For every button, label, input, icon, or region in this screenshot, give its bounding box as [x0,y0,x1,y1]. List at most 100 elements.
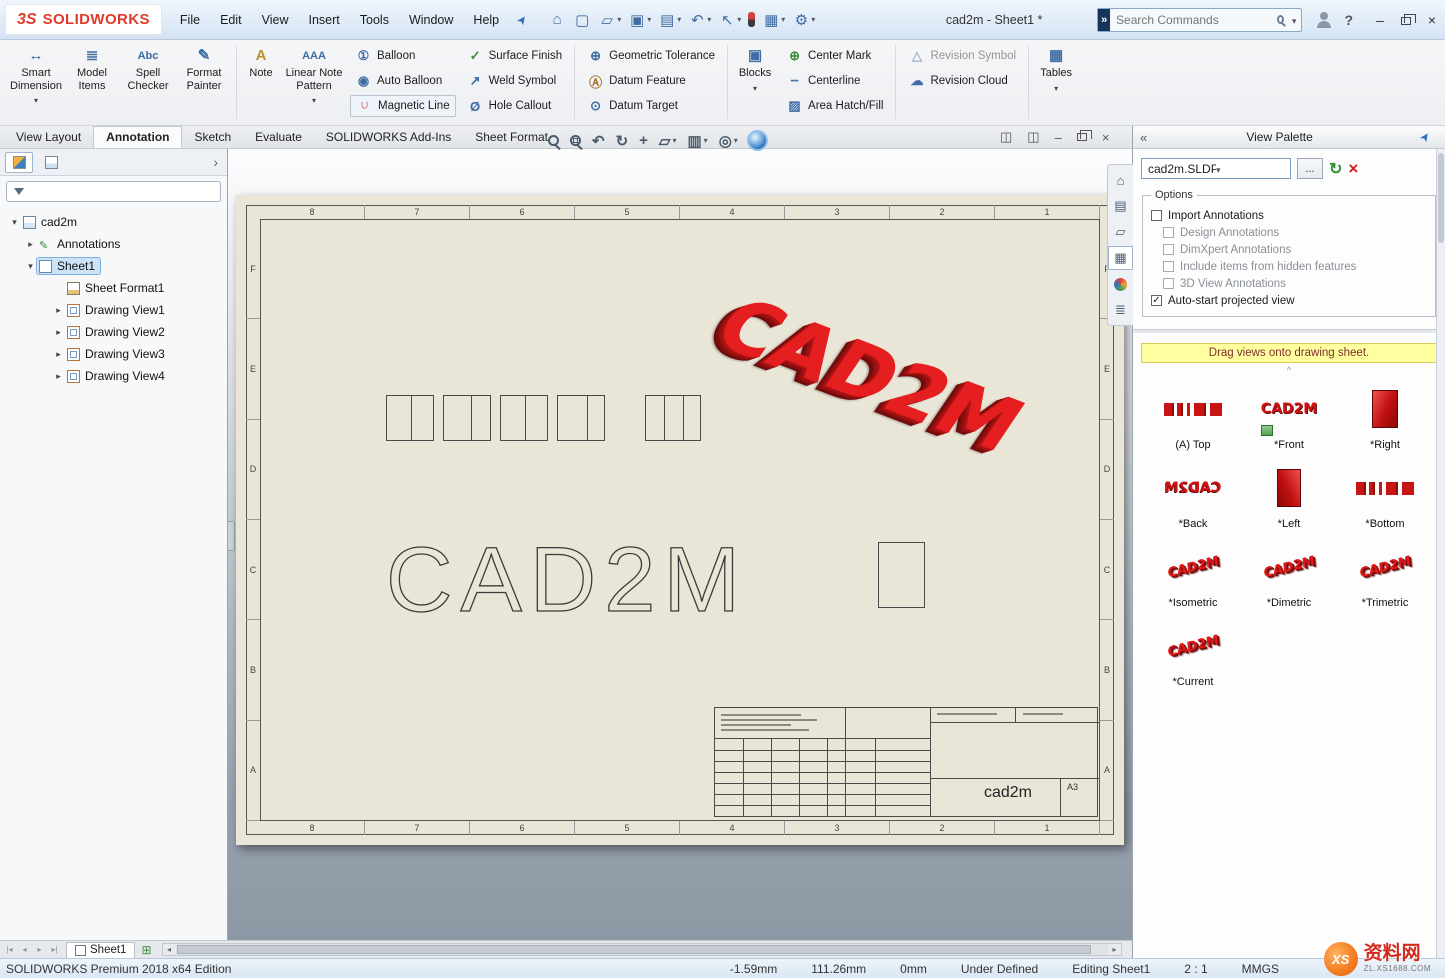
expand-arrow-icon[interactable] [24,261,37,272]
drawing-view-front-outline[interactable]: CAD2M [384,521,754,637]
file-explorer-tab[interactable]: ▱ [1108,220,1133,244]
sheet-properties-button[interactable]: ▦ [759,9,788,31]
menu-item[interactable]: Tools [350,8,399,32]
pane-scrollbar[interactable] [1436,149,1445,958]
window-cascade-button[interactable]: ◫ [1000,129,1012,145]
panel-expand-icon[interactable] [209,154,222,170]
browse-button[interactable]: ... [1297,158,1323,179]
user-account-icon[interactable] [1316,12,1332,28]
pane-section-divider[interactable] [1133,329,1445,334]
dropdown-arrow-icon[interactable] [704,136,708,145]
tree-item-drawing-view2[interactable]: Drawing View2 [0,321,227,343]
dropdown-arrow-icon[interactable] [781,15,785,24]
display-style-button[interactable]: ▥ [687,132,707,150]
drawing-view-top[interactable] [443,395,491,441]
minimize-button[interactable]: – [1367,12,1393,28]
sheet-nav-button[interactable]: ▸| [47,945,62,954]
tab-annotation[interactable]: Annotation [93,126,182,148]
panel-splitter-handle[interactable] [228,521,235,551]
tree-item-sheet1[interactable]: Sheet1 [0,255,227,277]
hole-callout-button[interactable]: Ø Hole Callout [462,95,568,117]
tree-item-drawing-view1[interactable]: Drawing View1 [0,299,227,321]
blocks-button[interactable]: ▣ Blocks [732,43,778,89]
collapse-hint-icon[interactable] [1133,365,1445,376]
restore-button[interactable] [1393,12,1419,28]
collision-toggle-button[interactable] [745,10,758,29]
datum-feature-button[interactable]: Ⓐ Datum Feature [582,70,720,92]
window-close-button[interactable]: × [1102,130,1110,145]
zoom-to-fit-button[interactable] [548,135,559,146]
tree-item-annotations[interactable]: Annotations [0,233,227,255]
add-sheet-button[interactable]: ⊞ [141,943,151,957]
horizontal-scrollbar[interactable] [162,943,1122,956]
search-dropdown-icon[interactable] [1292,13,1302,27]
surface-finish-button[interactable]: ✓ Surface Finish [462,45,568,67]
edit-appearance-button[interactable] [749,132,766,149]
previous-view-button[interactable]: ↶ [592,132,605,150]
pin-icon[interactable] [514,11,531,27]
window-restore-button[interactable] [1077,130,1087,144]
dropdown-arrow-icon[interactable] [1054,80,1058,89]
select-button[interactable]: ↖ [715,9,744,31]
tree-item-drawing-view3[interactable]: Drawing View3 [0,343,227,365]
custom-properties-tab[interactable]: ≣ [1108,298,1133,322]
undo-button[interactable]: ↶ [685,9,714,31]
linear-note-pattern-button[interactable]: AAA Linear Note Pattern [281,43,347,101]
magnetic-line-button[interactable]: ∩ Magnetic Line [350,95,456,117]
search-icon[interactable] [1277,15,1284,24]
tab-sketch[interactable]: Sketch [182,127,243,148]
sheet-nav-button[interactable]: |◂ [2,945,17,954]
drawing-view-top[interactable] [386,395,434,441]
window-minimize-button[interactable]: – [1055,130,1062,145]
tab-sheet-format[interactable]: Sheet Format [463,127,560,148]
palette-view-bottom[interactable]: *Bottom [1337,461,1433,530]
drawing-view-right[interactable] [878,542,925,608]
graphics-area[interactable]: 87654321 87654321 FEDCBA FEDCBA CAD2M CA… [228,149,1132,940]
option-include-items-hidden[interactable]: Include items from hidden features [1163,258,1427,275]
tree-item-drawing-view4[interactable]: Drawing View4 [0,365,227,387]
expand-arrow-icon[interactable] [8,217,21,228]
collapse-pane-icon[interactable]: « [1140,130,1147,145]
palette-view-front[interactable]: CAD2M *Front [1241,382,1337,451]
option-3d-view-annotations[interactable]: 3D View Annotations [1163,275,1427,292]
palette-view-right[interactable]: *Right [1337,382,1433,451]
palette-view-trimetric[interactable]: CAD2M *Trimetric [1337,540,1433,609]
drawing-view-top[interactable] [557,395,605,441]
print-button[interactable]: ▤ [655,9,684,31]
tree-item-cad2m[interactable]: cad2m [0,211,227,233]
geometric-tolerance-button[interactable]: ⊕ Geometric Tolerance [582,45,720,67]
tab-solidworks-add-ins[interactable]: SOLIDWORKS Add-Ins [314,127,463,148]
weld-symbol-button[interactable]: ↗ Weld Symbol [462,70,568,92]
drawing-sheet[interactable]: 87654321 87654321 FEDCBA FEDCBA CAD2M CA… [236,195,1124,845]
title-block[interactable]: cad2m A3 [714,707,1098,817]
zoom-to-area-button[interactable] [570,135,581,146]
option-dimxpert-annotations[interactable]: DimXpert Annotations [1163,241,1427,258]
menu-item[interactable]: Window [399,8,463,32]
dropdown-arrow-icon[interactable] [672,136,676,145]
tree-filter-input[interactable] [30,186,216,198]
pin-pane-icon[interactable] [1416,129,1433,145]
file-select[interactable]: cad2m.SLDPRT [1141,158,1291,179]
revision-cloud-button[interactable]: ☁ Revision Cloud [903,70,1021,92]
dropdown-arrow-icon[interactable] [811,15,815,24]
dropdown-arrow-icon[interactable] [34,92,38,101]
scrollbar-thumb[interactable] [177,945,1091,954]
home-button[interactable]: ⌂ [545,9,569,30]
tree-item-sheet-format1[interactable]: Sheet Format1 [0,277,227,299]
expand-arrow-icon[interactable] [52,305,65,316]
palette-view-current[interactable]: CAD2M *Current [1145,619,1241,688]
dropdown-arrow-icon[interactable] [647,15,651,24]
help-button[interactable]: ? [1344,12,1353,28]
menu-item[interactable]: Insert [299,8,350,32]
expand-arrow-icon[interactable] [52,371,65,382]
expand-arrow-icon[interactable] [24,239,37,250]
model-items-button[interactable]: ≣ Model Items [64,43,120,92]
options-button[interactable]: ⚙ [789,9,818,31]
palette-view-back[interactable]: CAD2M *Back [1145,461,1241,530]
area-hatch-fill-button[interactable]: ▨ Area Hatch/Fill [781,95,888,117]
sheet-nav-button[interactable]: ◂ [17,945,32,954]
close-button[interactable]: × [1419,12,1445,28]
dropdown-arrow-icon[interactable] [312,92,316,101]
refresh-icon[interactable]: ↻ [1329,159,1342,179]
spell-checker-button[interactable]: Abc Spell Checker [120,43,176,92]
